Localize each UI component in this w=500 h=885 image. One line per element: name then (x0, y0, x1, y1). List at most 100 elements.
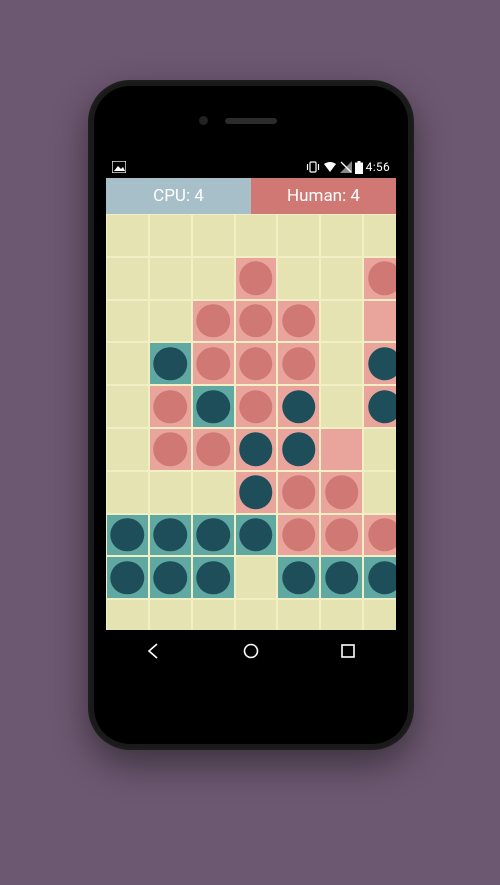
board-cell[interactable] (235, 514, 278, 557)
board-cell[interactable] (320, 385, 363, 428)
board-cell[interactable] (192, 556, 235, 599)
board-cell[interactable] (192, 428, 235, 471)
board-cell[interactable] (363, 257, 396, 300)
game-disc (239, 261, 273, 294)
earpiece (225, 118, 277, 124)
board-cell[interactable] (149, 514, 192, 557)
game-disc (154, 390, 188, 423)
board-cell[interactable] (106, 556, 149, 599)
android-nav-bar (106, 630, 396, 672)
board-cell[interactable] (277, 514, 320, 557)
board-cell[interactable] (106, 428, 149, 471)
game-disc (282, 304, 316, 337)
board-cell[interactable] (277, 471, 320, 514)
board-cell[interactable] (363, 428, 396, 471)
board-cell[interactable] (363, 342, 396, 385)
board-cell[interactable] (149, 471, 192, 514)
front-camera (199, 116, 208, 125)
board-cell[interactable] (192, 257, 235, 300)
board-cell[interactable] (106, 385, 149, 428)
board-cell[interactable] (277, 257, 320, 300)
board-cell[interactable] (192, 342, 235, 385)
board-cell[interactable] (277, 214, 320, 257)
game-disc (154, 561, 188, 594)
recent-button[interactable] (339, 642, 357, 660)
board-cell[interactable] (235, 214, 278, 257)
game-disc (196, 390, 230, 423)
board-cell[interactable] (192, 514, 235, 557)
game-disc (239, 304, 273, 337)
cpu-score: CPU: 4 (106, 178, 251, 214)
board-cell[interactable] (363, 514, 396, 557)
board-cell[interactable] (363, 385, 396, 428)
board-cell[interactable] (192, 300, 235, 343)
board-cell[interactable] (149, 556, 192, 599)
game-disc (239, 433, 273, 466)
status-bar-right: 4:56 (306, 160, 390, 174)
board-cell[interactable] (149, 342, 192, 385)
board-cell[interactable] (192, 471, 235, 514)
game-disc (154, 518, 188, 551)
board-cell[interactable] (235, 300, 278, 343)
game-disc (368, 561, 396, 594)
human-score-label: Human: 4 (287, 186, 360, 206)
board-cell[interactable] (320, 342, 363, 385)
board-cell[interactable] (149, 428, 192, 471)
board-cell[interactable] (277, 428, 320, 471)
game-disc (239, 475, 273, 508)
board-cell[interactable] (235, 428, 278, 471)
board-cell[interactable] (235, 257, 278, 300)
home-button[interactable] (242, 642, 260, 660)
board-cell[interactable] (320, 556, 363, 599)
board-cell[interactable] (363, 300, 396, 343)
back-button[interactable] (145, 642, 163, 660)
board-cell[interactable] (106, 257, 149, 300)
board-cell[interactable] (277, 342, 320, 385)
board-cell[interactable] (277, 300, 320, 343)
board-cell[interactable] (320, 300, 363, 343)
board-cell[interactable] (320, 471, 363, 514)
board-cell[interactable] (106, 342, 149, 385)
board-cell[interactable] (149, 257, 192, 300)
game-disc (111, 561, 144, 594)
board-cell[interactable] (106, 214, 149, 257)
board-cell[interactable] (235, 385, 278, 428)
game-disc (325, 518, 359, 551)
game-disc (196, 433, 230, 466)
board-cell[interactable] (192, 214, 235, 257)
board-cell[interactable] (363, 556, 396, 599)
board-cell[interactable] (149, 385, 192, 428)
game-disc (325, 561, 359, 594)
board-cell[interactable] (235, 556, 278, 599)
game-disc (196, 304, 230, 337)
board-cell[interactable] (363, 471, 396, 514)
board-cell[interactable] (235, 471, 278, 514)
board-cell[interactable] (320, 257, 363, 300)
board-cell[interactable] (192, 385, 235, 428)
game-disc (368, 347, 396, 380)
board-cell[interactable] (320, 214, 363, 257)
game-disc (282, 475, 316, 508)
board-cell[interactable] (106, 300, 149, 343)
board-cell[interactable] (235, 342, 278, 385)
game-disc (154, 347, 188, 380)
game-disc (282, 433, 316, 466)
human-score: Human: 4 (251, 178, 396, 214)
game-disc (282, 347, 316, 380)
status-bar: 4:56 (106, 156, 396, 178)
game-disc (368, 518, 396, 551)
signal-icon (340, 161, 352, 173)
board-cell[interactable] (277, 385, 320, 428)
game-disc (196, 561, 230, 594)
board-cell[interactable] (363, 214, 396, 257)
game-disc (282, 390, 316, 423)
board-cell[interactable] (106, 471, 149, 514)
board-cell[interactable] (320, 514, 363, 557)
board-cell[interactable] (320, 428, 363, 471)
board-cell[interactable] (149, 214, 192, 257)
board-cell[interactable] (277, 556, 320, 599)
screen: 4:56 CPU: 4 Human: 4 (106, 156, 396, 672)
board-cell[interactable] (149, 300, 192, 343)
board-cell[interactable] (106, 514, 149, 557)
status-bar-left (112, 161, 126, 173)
